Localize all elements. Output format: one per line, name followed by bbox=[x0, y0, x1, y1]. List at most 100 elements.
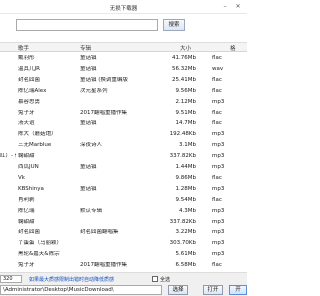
download-path-field[interactable]: \Administrator\Desktop\MusicDownload\ bbox=[0, 285, 162, 295]
row-name: 封茗囧菌 bbox=[18, 229, 41, 236]
row-format: wav bbox=[212, 65, 224, 72]
browse-button[interactable]: 选择 bbox=[168, 285, 188, 295]
row-size: 3.1Mb bbox=[179, 142, 196, 149]
table-row[interactable]: 慕容思勇 2.12Mb mp3 bbox=[0, 97, 247, 107]
row-name: 汤天谊 bbox=[18, 120, 35, 127]
row-size: 56.32Mb bbox=[172, 65, 196, 72]
table-row[interactable]: 兔子牙 2017翻唱重播作集 9.51Mb flac bbox=[0, 108, 247, 118]
row-album: 次元星系列 bbox=[80, 87, 108, 94]
row-album: 默认专辑 bbox=[80, 207, 103, 214]
row-album: 深夜诗人 bbox=[80, 142, 103, 149]
row-size: 3.22Mb bbox=[175, 229, 196, 236]
row-format: mp3 bbox=[212, 251, 225, 258]
header-album[interactable]: 专辑 bbox=[80, 44, 91, 52]
row-album: 封茗囧菌翻唱集 bbox=[80, 229, 119, 236]
row-format: flac bbox=[212, 262, 222, 269]
row-format: mp3 bbox=[212, 142, 225, 149]
row-name: 戴羽彤 bbox=[18, 55, 35, 61]
table-row[interactable]: 丫蛋蛋（马丽颖） 303.70Kb mp3 bbox=[0, 238, 247, 248]
table-row[interactable]: 肖利剥 9.54Mb flac bbox=[0, 195, 247, 205]
row-format: mp3 bbox=[212, 229, 225, 236]
row-size: 5.61Mb bbox=[175, 251, 196, 258]
row-size: 9.51Mb bbox=[175, 109, 196, 116]
table-row[interactable]: 陈亿瑞 默认专辑 4.3Mb mp3 bbox=[0, 206, 247, 216]
search-input[interactable] bbox=[16, 19, 158, 31]
row-name: 丫蛋蛋（马丽颖） bbox=[18, 240, 63, 247]
row-name: 兔子牙 bbox=[18, 262, 35, 269]
table-row[interactable]: 陈大（蘑菇炮） 192.48Kb mp3 bbox=[0, 129, 247, 139]
row-format: flac bbox=[212, 196, 222, 203]
table-row[interactable]: 鞠甜甜 337.82Kb mp3 bbox=[0, 217, 247, 227]
header-name[interactable]: 歌手 bbox=[18, 44, 29, 52]
table-row[interactable]: 封茗囧菌 封茗囧菌翻唱集 3.22Mb mp3 bbox=[0, 227, 247, 237]
select-all-checkbox[interactable] bbox=[152, 276, 158, 282]
row-format: mp3 bbox=[212, 131, 225, 138]
row-album: 童话镇 bbox=[80, 120, 97, 127]
row-name: KBShinya bbox=[18, 185, 44, 192]
table-row[interactable]: 黑轮&嘉天&陈宗 5.61Mb mp3 bbox=[0, 249, 247, 259]
quality-select[interactable]: 320 bbox=[0, 275, 22, 283]
row-album: 2017翻唱重播作集 bbox=[80, 109, 127, 116]
row-format: flac bbox=[212, 55, 222, 61]
row-name: 陈亿瑞Alex bbox=[18, 87, 47, 94]
row-format: mp3 bbox=[212, 185, 225, 192]
row-size: 303.70Kb bbox=[169, 240, 196, 247]
search-bar: 搜索 bbox=[0, 16, 247, 36]
table-row[interactable]: 陈亿瑞Alex 次元星系列 9.56Mb flac bbox=[0, 86, 247, 96]
header-size[interactable]: 大小 bbox=[180, 44, 191, 52]
row-size: 14.7Mb bbox=[175, 120, 196, 127]
row-format: flac bbox=[212, 120, 222, 127]
open-folder-button[interactable]: 打开 bbox=[203, 285, 223, 295]
row-name: 慕容思勇 bbox=[18, 98, 41, 105]
row-size: 41.76Mb bbox=[172, 55, 196, 61]
table-row[interactable]: 封茗囧菌 童话镇 (换调重编版 25.41Mb flac bbox=[0, 75, 247, 85]
table-row[interactable]: 红）- 付...鞠甜甜 337.82Kb mp3 bbox=[0, 151, 247, 161]
row-size: 1.28Mb bbox=[175, 185, 196, 192]
row-format: mp3 bbox=[212, 164, 225, 170]
close-button[interactable]: ✕ bbox=[234, 3, 242, 10]
bottom-panel: 320 如果最大质感限制出错时自动降低质感 全选 \Administrator\… bbox=[0, 272, 247, 296]
row-name: 肖利剥 bbox=[18, 196, 35, 203]
select-all-label: 全选 bbox=[160, 277, 171, 283]
row-album: 童话镇 bbox=[80, 55, 97, 61]
table-row[interactable]: 汤天谊 童话镇 14.7Mb flac bbox=[0, 118, 247, 128]
row-album: 童话镇 bbox=[80, 185, 97, 192]
row-name: 陈大（蘑菇炮） bbox=[18, 131, 57, 138]
row-size: 9.86Mb bbox=[175, 174, 196, 181]
table-row[interactable]: 温其儿JR 童话镇 56.32Mb wav bbox=[0, 64, 247, 74]
row-name: 封茗囧菌 bbox=[18, 76, 41, 83]
table-row[interactable]: 三无Marblue 深夜诗人 3.1Mb mp3 bbox=[0, 140, 247, 150]
row-size: 2.12Mb bbox=[175, 98, 196, 105]
table-row[interactable]: 西瓜JUN 童话镇 1.44Mb mp3 bbox=[0, 162, 247, 172]
row-album: 童话镇 (换调重编版 bbox=[80, 76, 128, 83]
row-size: 192.48Kb bbox=[169, 131, 196, 138]
header-format[interactable]: 格 bbox=[230, 44, 236, 52]
row-format: flac bbox=[212, 174, 222, 181]
row-format: flac bbox=[212, 76, 222, 83]
table-row[interactable]: 戴羽彤 童话镇 41.76Mb flac bbox=[0, 53, 247, 63]
row-size: 9.54Mb bbox=[175, 196, 196, 203]
row-size: 9.56Mb bbox=[175, 87, 196, 94]
search-button[interactable]: 搜索 bbox=[163, 19, 185, 31]
row-name: 西瓜JUN bbox=[18, 164, 39, 170]
minimize-button[interactable]: – bbox=[221, 3, 229, 10]
row-size: 4.3Mb bbox=[179, 207, 196, 214]
row-size: 337.82Kb bbox=[169, 218, 196, 225]
title-bar: 无损下载器 – ✕ bbox=[0, 0, 247, 14]
row-size: 337.82Kb bbox=[169, 153, 196, 160]
results-table: 歌手 专辑 大小 格 戴羽彤 童话镇 41.76Mb flac 温其儿JR 童话镇 56.3… bbox=[0, 42, 247, 272]
row-name: 鞠甜甜 bbox=[18, 153, 35, 160]
row-format: mp3 bbox=[212, 240, 225, 247]
start-download-button[interactable]: 开 bbox=[229, 285, 247, 295]
row-name: 三无Marblue bbox=[18, 142, 52, 149]
table-row[interactable]: Vk 9.86Mb flac bbox=[0, 173, 247, 183]
table-row[interactable]: KBShinya 童话镇 1.28Mb mp3 bbox=[0, 184, 247, 194]
quality-note: 如果最大质感限制出错时自动降低质感 bbox=[29, 277, 115, 283]
row-name: 黑轮&嘉天&陈宗 bbox=[18, 251, 60, 258]
row-name: 鞠甜甜 bbox=[18, 218, 35, 225]
row-album: 童话镇 bbox=[80, 164, 97, 170]
table-row[interactable]: 兔子牙 2017翻唱重播作集 6.58Mb flac bbox=[0, 260, 247, 270]
row-fragment: 红）- 付... bbox=[0, 153, 16, 160]
row-name: 兔子牙 bbox=[18, 109, 35, 116]
row-size: 25.41Mb bbox=[172, 76, 196, 83]
